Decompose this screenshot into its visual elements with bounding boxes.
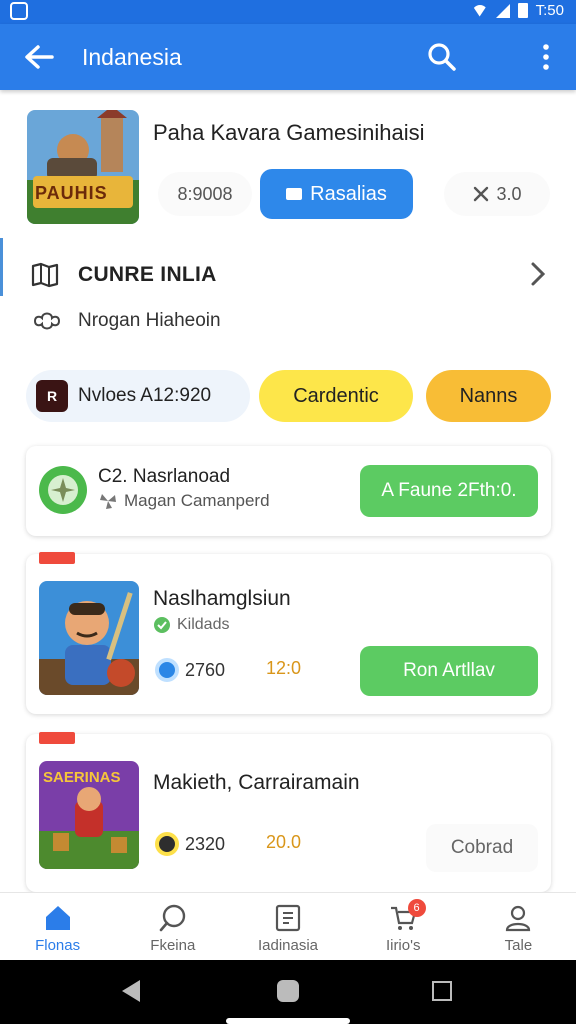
game-icon[interactable] xyxy=(39,581,139,695)
section-header[interactable]: CUNRE INLIA Nrogan Hiaheoin xyxy=(0,238,576,348)
bag-icon xyxy=(286,188,303,200)
chevron-right-icon[interactable] xyxy=(528,260,548,288)
nav-search[interactable]: Fkeina xyxy=(115,893,230,960)
wifi-icon xyxy=(471,4,488,17)
section-title: CUNRE INLIA xyxy=(78,263,217,286)
status-time: T:50 xyxy=(535,2,564,19)
nav-profile[interactable]: Tale xyxy=(461,893,576,960)
featured-game-icon[interactable]: PAUHIS xyxy=(27,110,139,224)
back-arrow-icon[interactable] xyxy=(22,41,56,73)
nav-profile-label: Tale xyxy=(504,937,533,954)
status-bar: T:50 xyxy=(0,0,576,24)
app-badge-icon: R xyxy=(36,380,68,412)
chip-version[interactable]: R Nvloes A12:920 xyxy=(26,370,250,422)
tools-icon xyxy=(474,186,489,202)
nav-home-label: Flonas xyxy=(35,937,81,954)
promo-card-subtitle: Magan Camanperd xyxy=(124,491,270,510)
game-icon[interactable]: SAERINAS xyxy=(39,761,139,869)
game-action-button[interactable]: Ron Artllav xyxy=(360,646,538,696)
bottom-navigation: Flonas Fkeina Iadinasia 6 Iirio's Tale xyxy=(0,892,576,960)
document-icon xyxy=(275,904,301,932)
download-count: 8:9008 xyxy=(158,172,252,216)
section-accent-bar xyxy=(0,238,3,296)
game-genre: Kildads xyxy=(177,616,230,633)
download-stat-value: 2320 xyxy=(185,833,226,854)
more-options-icon[interactable] xyxy=(532,41,560,73)
chip-cardentic[interactable]: Cardentic xyxy=(259,370,413,422)
clover-icon xyxy=(39,466,87,514)
promo-card-title: C2. Nasrlanoad xyxy=(98,466,231,487)
coin-icon xyxy=(155,832,179,856)
promo-card-button[interactable]: A Faune 2Fth:0. xyxy=(360,465,538,517)
puzzle-icon xyxy=(33,312,61,330)
download-icon xyxy=(155,658,179,682)
fan-icon xyxy=(100,494,116,509)
system-navigation-bar xyxy=(0,960,576,1024)
rating-badge: 3.0 xyxy=(444,172,550,216)
cart-badge: 6 xyxy=(407,899,426,917)
app-bar: Indanesia xyxy=(0,24,576,90)
download-stat-value: 2760 xyxy=(185,659,226,680)
promo-card-subtitle-row: Magan Camanperd xyxy=(98,491,270,511)
system-home-icon[interactable] xyxy=(277,980,299,1002)
nav-search-label: Fkeina xyxy=(150,937,196,954)
profile-icon xyxy=(506,905,531,932)
download-stat: 2760 xyxy=(155,658,225,682)
filter-chips: R Nvloes A12:920 Cardentic Nanns xyxy=(0,368,576,424)
notification-icon xyxy=(10,2,28,20)
game-card[interactable]: SAERINAS Makieth, Carrairamain 2320 20.0… xyxy=(26,732,551,892)
nav-cart-label: Iirio's xyxy=(385,937,421,954)
gesture-handle[interactable] xyxy=(226,1018,350,1024)
genre-icon xyxy=(154,617,170,633)
page-title: Indanesia xyxy=(82,44,182,70)
featured-game-logo-text: PAUHIS xyxy=(35,183,108,203)
download-stat: 2320 xyxy=(155,832,225,856)
game-action-button[interactable]: Cobrad xyxy=(426,824,538,872)
signal-icon xyxy=(495,3,510,18)
section-subtitle: Nrogan Hiaheoin xyxy=(78,310,221,331)
game-score: 12:0 xyxy=(266,658,302,678)
chip-nanns[interactable]: Nanns xyxy=(426,370,551,422)
game-card[interactable]: Naslhamglsiun Kildads 2760 12:0 Ron Artl… xyxy=(26,552,551,714)
search-icon[interactable] xyxy=(426,41,458,73)
status-icons: T:50 xyxy=(471,2,564,19)
game-logo-text: SAERINAS xyxy=(43,769,121,786)
nav-library-label: Iadinasia xyxy=(257,937,319,954)
install-button-label: Rasalias xyxy=(310,182,387,205)
nav-cart[interactable]: 6 Iirio's xyxy=(346,893,461,960)
new-tag xyxy=(39,552,75,564)
featured-game-title: Paha Kavara Gamesinihaisi xyxy=(153,120,425,145)
battery-icon xyxy=(517,3,528,18)
new-tag xyxy=(39,732,75,744)
game-title: Naslhamglsiun xyxy=(153,587,291,610)
search-icon xyxy=(159,904,185,932)
chip-version-label: Nvloes A12:920 xyxy=(78,385,212,406)
map-icon xyxy=(31,262,59,288)
rating-value: 3.0 xyxy=(496,183,522,204)
featured-game: PAUHIS Paha Kavara Gamesinihaisi 8:9008 … xyxy=(0,92,576,234)
promo-card[interactable]: C2. Nasrlanoad Magan Camanperd A Faune 2… xyxy=(26,446,551,536)
game-genre-row: Kildads xyxy=(153,616,229,634)
install-button[interactable]: Rasalias xyxy=(260,169,413,219)
game-title: Makieth, Carrairamain xyxy=(153,771,360,794)
system-back-icon[interactable] xyxy=(122,980,140,1002)
nav-home[interactable]: Flonas xyxy=(0,893,115,960)
nav-library[interactable]: Iadinasia xyxy=(230,893,345,960)
game-score: 20.0 xyxy=(266,832,302,852)
system-recents-icon[interactable] xyxy=(432,981,452,1001)
home-icon xyxy=(45,906,70,930)
